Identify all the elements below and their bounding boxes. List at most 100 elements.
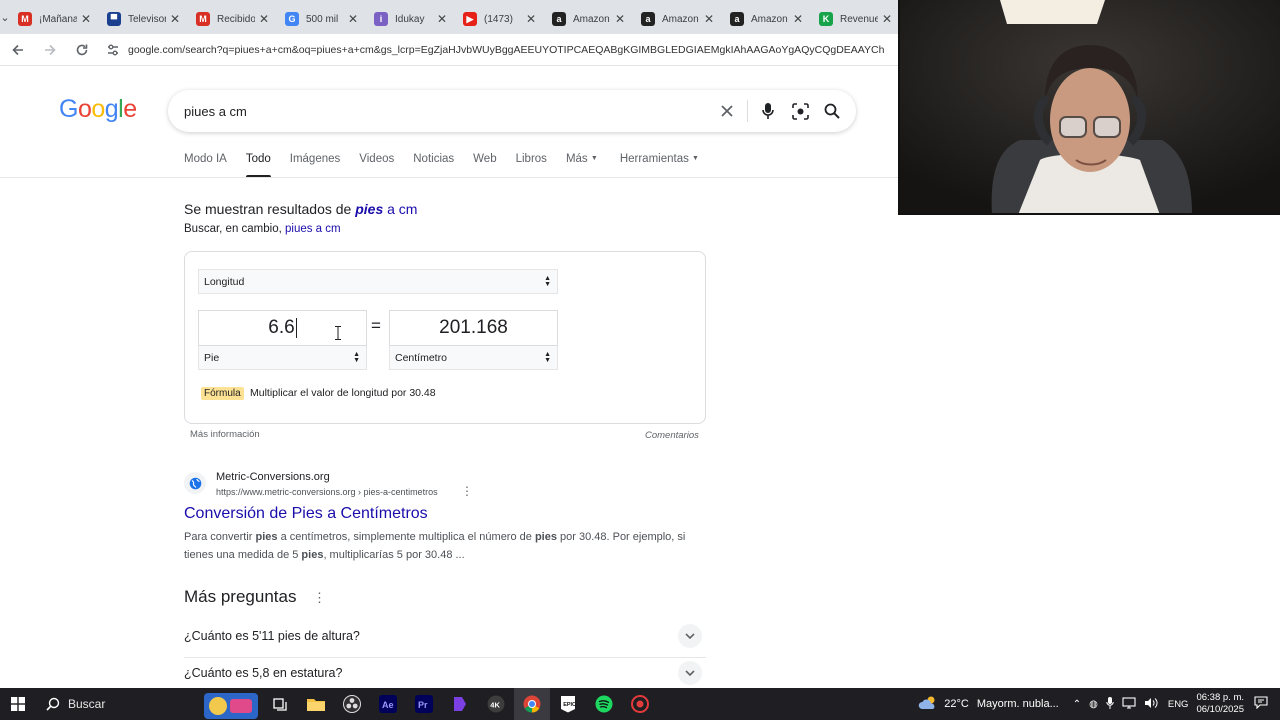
- close-icon[interactable]: ✕: [437, 12, 447, 26]
- url-field[interactable]: google.com/search?q=piues+a+cm&oq=piues+…: [104, 37, 900, 63]
- tab-modo-ia[interactable]: Modo IA: [184, 150, 227, 178]
- header-divider: [0, 177, 900, 178]
- browser-tab[interactable]: ▶ (1473) ✕: [455, 5, 544, 33]
- more-info-link[interactable]: Más información: [190, 429, 260, 440]
- language-indicator[interactable]: ENG: [1168, 699, 1189, 710]
- paa-menu-icon[interactable]: ⋮: [313, 590, 326, 606]
- premiere-icon[interactable]: Pr: [406, 688, 442, 720]
- to-value-input[interactable]: 201.168: [389, 310, 558, 346]
- result-site-name[interactable]: Metric-Conversions.org: [216, 471, 330, 483]
- revenue-icon: K: [819, 12, 833, 26]
- weather-desc[interactable]: Mayorm. nubla...: [977, 698, 1059, 710]
- notifications-icon[interactable]: [1254, 696, 1268, 712]
- app-purple-icon[interactable]: [442, 688, 478, 720]
- forward-icon[interactable]: [36, 36, 64, 64]
- 4k-downloader-icon[interactable]: 4K: [478, 688, 514, 720]
- tab-herramientas[interactable]: Herramientas ▼: [620, 150, 699, 178]
- microphone-icon[interactable]: [1106, 696, 1114, 712]
- search-input[interactable]: piues a cm: [184, 104, 711, 119]
- weather-temp[interactable]: 22°C: [944, 698, 969, 710]
- browser-tab[interactable]: M ¡Mañana ✕: [10, 5, 99, 33]
- network-icon[interactable]: [1122, 696, 1136, 712]
- windows-start-icon[interactable]: [0, 688, 36, 720]
- obs-icon[interactable]: [334, 688, 370, 720]
- close-icon[interactable]: ✕: [526, 12, 536, 26]
- category-select[interactable]: Longitud ▲ ▼: [198, 269, 558, 294]
- corrected-bold: pies: [355, 201, 384, 217]
- browser-tab[interactable]: a Amazon ✕: [722, 5, 811, 33]
- browser-tab-label: Amazon: [662, 13, 699, 25]
- microphone-icon[interactable]: [752, 95, 784, 127]
- spotify-icon[interactable]: [586, 688, 622, 720]
- browser-tab[interactable]: a Amazon ✕: [544, 5, 633, 33]
- browser-tab[interactable]: K Revenue ✕: [811, 5, 900, 33]
- tab-libros[interactable]: Libros: [516, 150, 547, 178]
- taskbar-search-label: Buscar: [68, 697, 106, 711]
- chevron-down-icon[interactable]: [678, 624, 702, 648]
- browser-tab[interactable]: i Idukay ✕: [366, 5, 455, 33]
- tray-app-icon[interactable]: ◍: [1089, 699, 1098, 710]
- weather-icon[interactable]: [918, 695, 938, 714]
- browser-tab-label: 500 mil: [306, 13, 339, 25]
- reload-icon[interactable]: [68, 36, 96, 64]
- feedback-link[interactable]: Comentarios: [645, 430, 699, 441]
- tab-videos[interactable]: Videos: [359, 150, 394, 178]
- tab-imagenes[interactable]: Imágenes: [290, 150, 341, 178]
- search-highlight-icon[interactable]: [200, 688, 262, 720]
- browser-tab[interactable]: a Amazon ✕: [633, 5, 722, 33]
- task-view-icon[interactable]: [262, 688, 298, 720]
- tab-noticias[interactable]: Noticias: [413, 150, 454, 178]
- result-menu-icon[interactable]: ⋮: [461, 485, 473, 497]
- tab-search-icon[interactable]: ⌄: [0, 0, 10, 34]
- epic-games-icon[interactable]: EPIC: [550, 688, 586, 720]
- volume-icon[interactable]: [1144, 697, 1158, 712]
- lens-icon[interactable]: [784, 95, 816, 127]
- corrected-query-link[interactable]: pies a cm: [355, 201, 417, 217]
- result-title-link[interactable]: Conversión de Pies a Centímetros: [184, 505, 428, 523]
- site-settings-icon[interactable]: [104, 41, 122, 59]
- result-url[interactable]: https://www.metric-conversions.org › pie…: [216, 487, 438, 497]
- search-box[interactable]: piues a cm: [168, 90, 856, 132]
- tab-mas-label: Más: [565, 153, 588, 165]
- close-icon[interactable]: ✕: [81, 12, 91, 26]
- chrome-icon[interactable]: [514, 688, 550, 720]
- paa-question[interactable]: ¿Cuánto es 5'11 pies de altura?: [184, 616, 706, 656]
- clear-icon[interactable]: [711, 95, 743, 127]
- browser-tab-label: Amazon: [751, 13, 788, 25]
- chevron-down-icon[interactable]: [678, 661, 702, 685]
- close-icon[interactable]: ✕: [348, 12, 358, 26]
- to-unit-select[interactable]: Centímetro ▲ ▼: [389, 346, 558, 370]
- close-icon[interactable]: ✕: [259, 12, 269, 26]
- svg-text:Pr: Pr: [418, 700, 428, 710]
- browser-tab-label: (1473): [484, 13, 513, 25]
- close-icon[interactable]: ✕: [615, 12, 625, 26]
- search-icon[interactable]: [816, 95, 848, 127]
- browser-tab[interactable]: M Recibidos ✕: [188, 5, 277, 33]
- snippet-text: por 30.48. Por ejemplo, si: [556, 531, 686, 543]
- browser-tab[interactable]: G 500 mil ✕: [277, 5, 366, 33]
- google-logo[interactable]: Google: [59, 95, 137, 124]
- close-icon[interactable]: ✕: [793, 12, 803, 26]
- google-icon: G: [285, 12, 299, 26]
- from-value-input[interactable]: 6.6: [198, 310, 367, 346]
- original-query-link[interactable]: piues a cm: [285, 223, 341, 235]
- close-icon[interactable]: ✕: [170, 12, 180, 26]
- clock[interactable]: 06:38 p. m. 06/10/2025: [1196, 692, 1244, 716]
- app-red-icon[interactable]: [622, 688, 658, 720]
- paa-question[interactable]: ¿Cuánto es 5,8 en estatura?: [184, 658, 706, 688]
- after-effects-icon[interactable]: Ae: [370, 688, 406, 720]
- back-icon[interactable]: [4, 36, 32, 64]
- browser-tab[interactable]: ▀ Televisor ✕: [99, 5, 188, 33]
- taskbar-search[interactable]: Buscar: [36, 688, 200, 720]
- globe-icon[interactable]: [184, 472, 206, 494]
- youtube-icon: ▶: [463, 12, 477, 26]
- close-icon[interactable]: ✕: [882, 12, 892, 26]
- close-icon[interactable]: ✕: [704, 12, 714, 26]
- browser-tab-label: Revenue: [840, 13, 878, 25]
- tab-todo[interactable]: Todo: [245, 150, 271, 178]
- tab-mas[interactable]: Más ▼: [566, 150, 598, 178]
- tab-web[interactable]: Web: [473, 150, 496, 178]
- file-explorer-icon[interactable]: [298, 688, 334, 720]
- from-unit-select[interactable]: Pie ▲ ▼: [198, 346, 367, 370]
- chevron-up-icon[interactable]: ⌃: [1073, 699, 1081, 710]
